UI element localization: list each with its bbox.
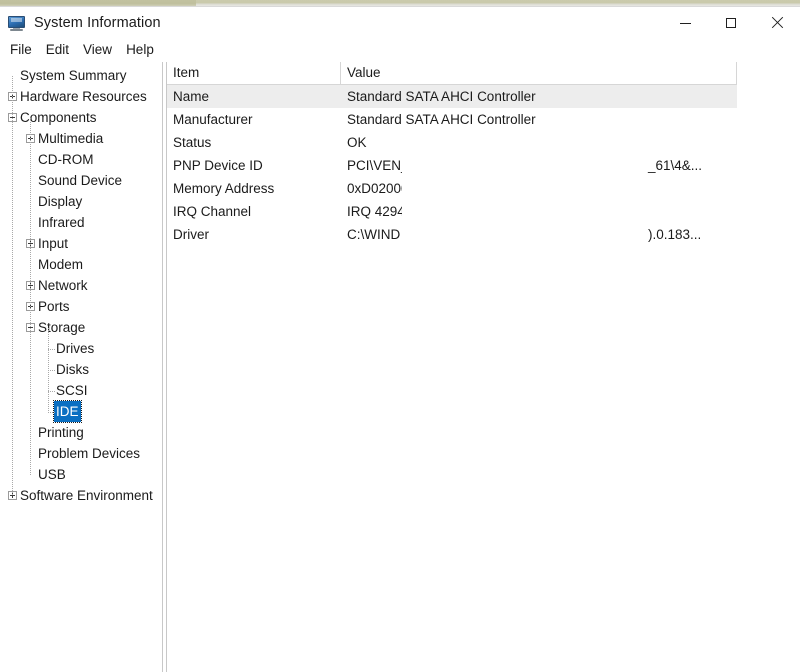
tree-item-label: Multimedia <box>36 128 105 149</box>
cell-value: Standard SATA AHCI Controller <box>341 108 737 131</box>
cell-value: OK <box>341 131 737 154</box>
cell-item: PNP Device ID <box>167 154 341 177</box>
tree-item-label: USB <box>36 464 68 485</box>
tree-guide-stub <box>48 412 56 413</box>
navigation-tree: System SummaryHardware ResourcesComponen… <box>0 62 162 506</box>
close-button[interactable] <box>754 7 800 39</box>
list-header-row: Item Value <box>167 62 737 85</box>
tree-item-label: IDE <box>54 401 81 422</box>
maximize-button[interactable] <box>708 7 754 39</box>
table-row[interactable]: StatusOK <box>167 131 737 154</box>
tree-guide-components <box>30 118 31 475</box>
tree-item-label: Software Environment <box>18 485 155 506</box>
cell-value: Standard SATA AHCI Controller <box>341 85 737 108</box>
tree-item-ports[interactable]: Ports <box>0 296 162 317</box>
tree-item-system-summary[interactable]: System Summary <box>0 65 162 86</box>
menu-bar: File Edit View Help <box>0 39 800 61</box>
tree-item-label: Disks <box>54 359 91 380</box>
tree-item-sound-device[interactable]: Sound Device <box>0 170 162 191</box>
tree-item-scsi[interactable]: SCSI <box>0 380 162 401</box>
tree-item-label: Problem Devices <box>36 443 142 464</box>
tree-item-printing[interactable]: Printing <box>0 422 162 443</box>
table-row[interactable]: IRQ ChannelIRQ 4294 <box>167 200 737 223</box>
cell-item: Name <box>167 85 341 108</box>
table-row[interactable]: Memory Address0xD02000 <box>167 177 737 200</box>
table-row[interactable]: DriverC:\WIND).0.183... <box>167 223 737 246</box>
navigation-tree-pane[interactable]: System SummaryHardware ResourcesComponen… <box>0 62 163 672</box>
column-header-value[interactable]: Value <box>341 62 737 84</box>
table-row[interactable]: NameStandard SATA AHCI Controller <box>167 85 737 108</box>
cell-item: IRQ Channel <box>167 200 341 223</box>
tree-item-label: Input <box>36 233 70 254</box>
tree-item-label: Drives <box>54 338 96 359</box>
cell-item: Manufacturer <box>167 108 341 131</box>
cell-value: IRQ 4294 <box>341 200 737 223</box>
cell-item: Memory Address <box>167 177 341 200</box>
column-header-item[interactable]: Item <box>167 62 341 84</box>
menu-item-file[interactable]: File <box>3 40 39 60</box>
tree-item-label: Infrared <box>36 212 87 233</box>
window-frame: System Information File Edit View Help <box>0 6 800 671</box>
computer-monitor-icon <box>8 16 25 31</box>
tree-item-label: Display <box>36 191 84 212</box>
tree-guide-stub <box>48 349 56 350</box>
cell-item: Status <box>167 131 341 154</box>
tree-item-label: System Summary <box>18 65 129 86</box>
menu-item-view[interactable]: View <box>76 40 119 60</box>
table-row[interactable]: PNP Device IDPCI\VEN__61\4&... <box>167 154 737 177</box>
cell-value-tail: _61\4&... <box>648 154 702 177</box>
cell-value-tail: ).0.183... <box>648 223 701 246</box>
window-title: System Information <box>34 15 161 31</box>
tree-item-label: Printing <box>36 422 86 443</box>
tree-item-infrared[interactable]: Infrared <box>0 212 162 233</box>
close-icon <box>771 17 783 29</box>
tree-item-label: Sound Device <box>36 170 124 191</box>
tree-item-disks[interactable]: Disks <box>0 359 162 380</box>
minimize-button[interactable] <box>662 7 708 39</box>
tree-item-network[interactable]: Network <box>0 275 162 296</box>
tree-item-software-environment[interactable]: Software Environment <box>0 485 162 506</box>
tree-guide-stub <box>48 370 56 371</box>
menu-item-edit[interactable]: Edit <box>39 40 76 60</box>
tree-item-multimedia[interactable]: Multimedia <box>0 128 162 149</box>
tree-item-display[interactable]: Display <box>0 191 162 212</box>
tree-item-cd-rom[interactable]: CD-ROM <box>0 149 162 170</box>
tree-item-ide[interactable]: IDE <box>0 401 162 422</box>
tree-item-hardware-resources[interactable]: Hardware Resources <box>0 86 162 107</box>
cell-value: 0xD02000 <box>341 177 737 200</box>
tree-item-label: Hardware Resources <box>18 86 149 107</box>
tree-item-label: SCSI <box>54 380 90 401</box>
tree-item-storage[interactable]: Storage <box>0 317 162 338</box>
tree-item-drives[interactable]: Drives <box>0 338 162 359</box>
maximize-icon <box>726 18 736 28</box>
tree-item-usb[interactable]: USB <box>0 464 162 485</box>
minimize-icon <box>680 23 691 24</box>
tree-item-label: CD-ROM <box>36 149 96 170</box>
tree-guide-stub <box>48 391 56 392</box>
tree-item-input[interactable]: Input <box>0 233 162 254</box>
tree-item-label: Network <box>36 275 90 296</box>
tree-item-label: Storage <box>36 317 87 338</box>
detail-list-pane[interactable]: Item Value NameStandard SATA AHCI Contro… <box>167 62 800 672</box>
tree-item-modem[interactable]: Modem <box>0 254 162 275</box>
tree-item-label: Ports <box>36 296 72 317</box>
cell-item: Driver <box>167 223 341 246</box>
window-content: System SummaryHardware ResourcesComponen… <box>0 62 800 672</box>
tree-item-components[interactable]: Components <box>0 107 162 128</box>
tree-guide-root <box>12 76 13 496</box>
table-row[interactable]: ManufacturerStandard SATA AHCI Controlle… <box>167 108 737 131</box>
window-controls <box>662 7 800 39</box>
system-information-window: System Information File Edit View Help <box>0 0 800 671</box>
menu-item-help[interactable]: Help <box>119 40 161 60</box>
title-bar: System Information <box>0 7 800 39</box>
list-rows: NameStandard SATA AHCI ControllerManufac… <box>167 85 737 246</box>
tree-item-problem-devices[interactable]: Problem Devices <box>0 443 162 464</box>
tree-item-label: Modem <box>36 254 85 275</box>
